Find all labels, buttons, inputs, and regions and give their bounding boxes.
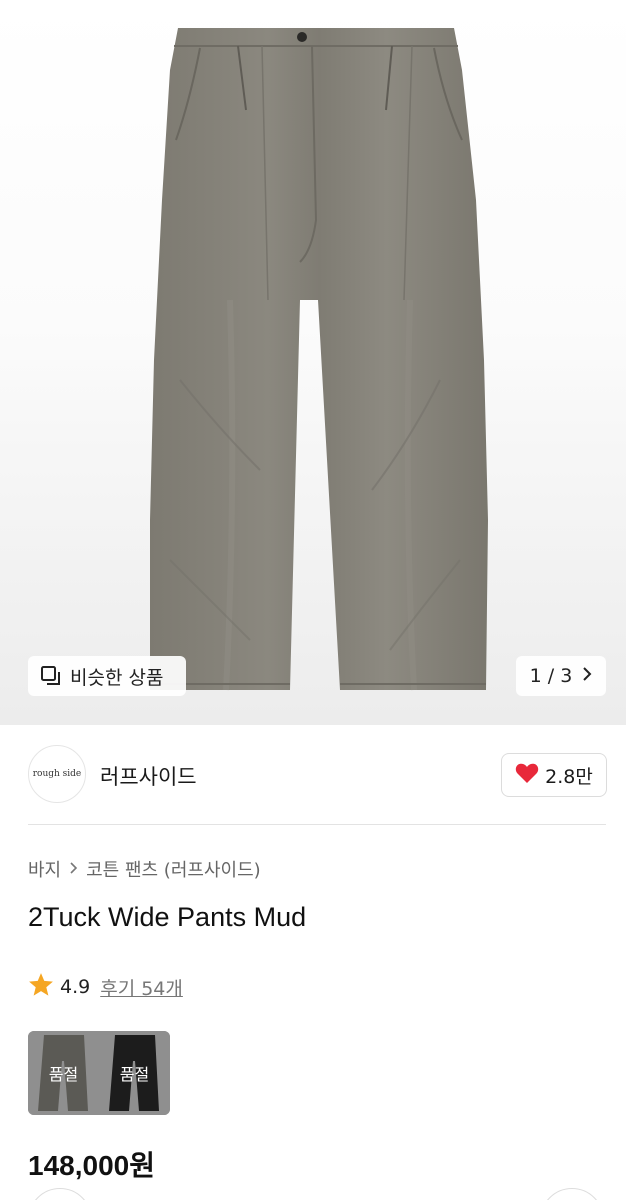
shop-row: rough side 러프사이드 2.8만 [0,745,626,805]
reviews-link[interactable]: 후기 54개 [100,974,183,1001]
breadcrumb-category[interactable]: 바지 [28,856,61,882]
divider [28,824,606,825]
shop-logo[interactable]: rough side [28,745,86,803]
similar-products-icon [40,665,62,687]
product-image [150,28,488,691]
color-options: 품절 품절 [28,1031,170,1115]
like-button[interactable]: 2.8만 [501,753,607,797]
bottom-left-button[interactable] [28,1188,92,1200]
total-pages: 3 [560,665,573,687]
breadcrumb-subcategory[interactable]: 코튼 팬츠 (러프사이드) [86,856,261,882]
chevron-right-icon [582,665,592,687]
product-title: 2Tuck Wide Pants Mud [28,902,307,932]
star-icon [28,972,54,1002]
image-pager-text: 1 / 3 [530,665,573,687]
rating-value: 4.9 [60,976,91,998]
similar-products-button[interactable]: 비슷한 상품 [28,656,186,696]
color-option-mud[interactable]: 품절 [28,1031,99,1115]
product-price: 148,000원 [28,1150,155,1181]
chevron-right-icon [69,860,78,879]
like-count: 2.8만 [545,765,593,788]
heart-icon [515,762,539,789]
bottom-right-button[interactable] [540,1188,604,1200]
rating-row: 4.9 후기 54개 [28,972,183,1002]
color-option-black[interactable]: 품절 [99,1031,170,1115]
page-separator: / [547,665,555,687]
sold-out-label: 품절 [48,1065,79,1084]
product-image-gallery[interactable]: 비슷한 상품 1 / 3 [0,0,626,725]
similar-products-label: 비슷한 상품 [70,666,164,689]
shop-name[interactable]: 러프사이드 [100,761,197,791]
breadcrumb: 바지 코튼 팬츠 (러프사이드) [28,856,261,882]
image-pager[interactable]: 1 / 3 [516,656,606,696]
sold-out-label: 품절 [119,1065,150,1084]
shop-logo-text: rough side [32,768,82,779]
current-page: 1 [529,665,542,687]
